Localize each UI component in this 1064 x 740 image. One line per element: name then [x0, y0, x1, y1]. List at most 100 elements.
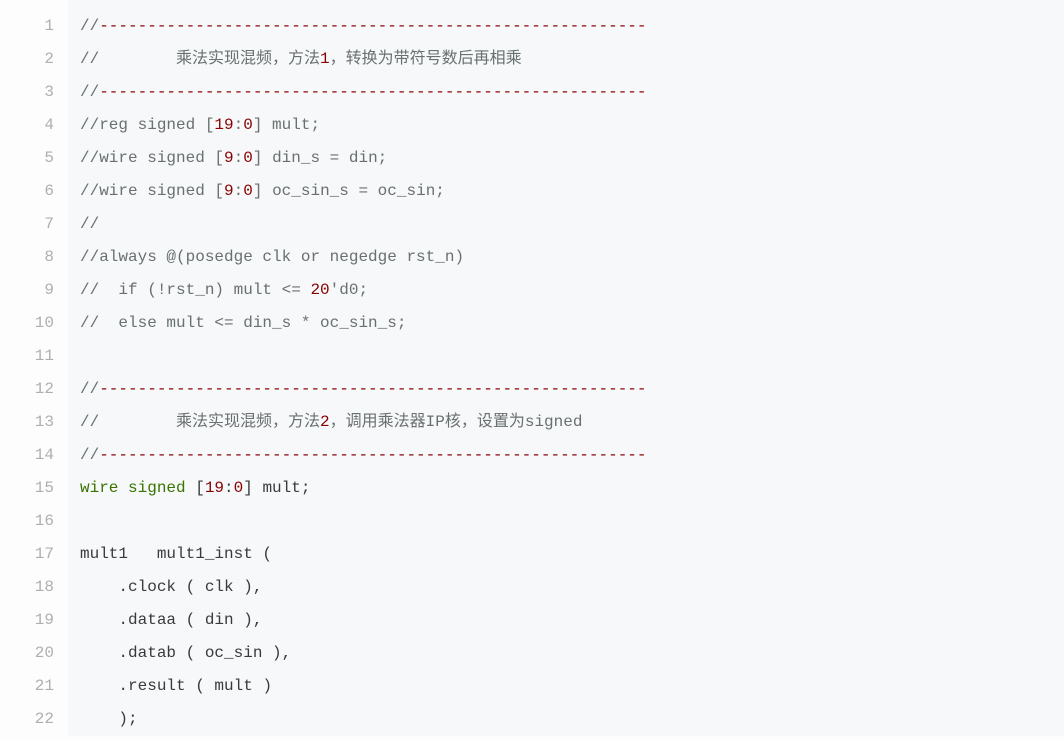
code-token: [80, 644, 118, 662]
code-token: //: [80, 215, 99, 233]
line-number: 2: [0, 43, 54, 76]
line-number: 3: [0, 76, 54, 109]
code-line[interactable]: [80, 340, 1064, 373]
code-token: 0: [243, 182, 253, 200]
code-token: ] mult;: [243, 479, 310, 497]
code-line[interactable]: // else mult <= din_s * oc_sin_s;: [80, 307, 1064, 340]
line-number: 4: [0, 109, 54, 142]
code-token: ( clk ),: [176, 578, 262, 596]
line-number: 9: [0, 274, 54, 307]
code-token: 2: [320, 413, 330, 431]
code-token: ( oc_sin ),: [176, 644, 291, 662]
code-token: // else mult <= din_s * oc_sin_s;: [80, 314, 406, 332]
code-editor-content[interactable]: //--------------------------------------…: [68, 0, 1064, 736]
code-token: ] din_s = din;: [253, 149, 387, 167]
code-line[interactable]: //--------------------------------------…: [80, 76, 1064, 109]
code-token: ( mult ): [186, 677, 272, 695]
line-number: 17: [0, 538, 54, 571]
code-token: ----------------------------------------…: [99, 446, 646, 464]
line-number: 5: [0, 142, 54, 175]
line-number: 8: [0, 241, 54, 274]
line-number: 7: [0, 208, 54, 241]
code-token: :: [234, 116, 244, 134]
code-token: //reg signed [: [80, 116, 214, 134]
code-token: 9: [224, 149, 234, 167]
code-token: //always @(posedge clk or negedge rst_n): [80, 248, 464, 266]
code-token: [: [186, 479, 205, 497]
code-token: //wire signed [: [80, 182, 224, 200]
code-token: 'd0;: [330, 281, 368, 299]
line-number: 11: [0, 340, 54, 373]
line-number: 6: [0, 175, 54, 208]
code-token: 19: [205, 479, 224, 497]
code-token: ----------------------------------------…: [99, 83, 646, 101]
code-token: .clock: [118, 578, 176, 596]
line-number: 18: [0, 571, 54, 604]
code-token: //: [80, 446, 99, 464]
code-line[interactable]: //wire signed [9:0] oc_sin_s = oc_sin;: [80, 175, 1064, 208]
code-token: //wire signed [: [80, 149, 224, 167]
code-token: 1: [320, 50, 330, 68]
code-line[interactable]: //--------------------------------------…: [80, 373, 1064, 406]
code-token: 0: [234, 479, 244, 497]
code-token: ] oc_sin_s = oc_sin;: [253, 182, 445, 200]
code-line[interactable]: wire signed [19:0] mult;: [80, 472, 1064, 505]
code-token: ，调用乘法器IP核，设置为signed: [330, 413, 583, 431]
code-token: // if (!rst_n) mult <=: [80, 281, 310, 299]
code-token: // 乘法实现混频，方法: [80, 413, 320, 431]
code-token: [80, 611, 118, 629]
code-line[interactable]: );: [80, 703, 1064, 736]
code-line[interactable]: //--------------------------------------…: [80, 10, 1064, 43]
line-number: 19: [0, 604, 54, 637]
code-token: .dataa: [118, 611, 176, 629]
code-token: // 乘法实现混频，方法: [80, 50, 320, 68]
line-number: 14: [0, 439, 54, 472]
code-token: .datab: [118, 644, 176, 662]
code-token: [80, 578, 118, 596]
code-token: //: [80, 17, 99, 35]
code-token: [118, 479, 128, 497]
code-token: );: [80, 710, 138, 728]
line-number: 22: [0, 703, 54, 736]
code-token: .result: [118, 677, 185, 695]
code-token: :: [234, 182, 244, 200]
code-line[interactable]: //wire signed [9:0] din_s = din;: [80, 142, 1064, 175]
line-number: 10: [0, 307, 54, 340]
code-line[interactable]: //reg signed [19:0] mult;: [80, 109, 1064, 142]
line-number: 15: [0, 472, 54, 505]
code-line[interactable]: // if (!rst_n) mult <= 20'd0;: [80, 274, 1064, 307]
code-line[interactable]: //always @(posedge clk or negedge rst_n): [80, 241, 1064, 274]
line-number-gutter: 12345678910111213141516171819202122: [0, 0, 68, 736]
code-token: mult1 mult1_inst (: [80, 545, 272, 563]
code-line[interactable]: .datab ( oc_sin ),: [80, 637, 1064, 670]
code-token: ----------------------------------------…: [99, 380, 646, 398]
code-token: 20: [310, 281, 329, 299]
code-line[interactable]: .dataa ( din ),: [80, 604, 1064, 637]
line-number: 20: [0, 637, 54, 670]
code-token: ] mult;: [253, 116, 320, 134]
code-token: ，转换为带符号数后再相乘: [330, 50, 522, 68]
code-line[interactable]: .result ( mult ): [80, 670, 1064, 703]
code-token: ( din ),: [176, 611, 262, 629]
line-number: 1: [0, 10, 54, 43]
code-token: 0: [243, 149, 253, 167]
code-line[interactable]: .clock ( clk ),: [80, 571, 1064, 604]
code-token: 9: [224, 182, 234, 200]
code-line[interactable]: mult1 mult1_inst (: [80, 538, 1064, 571]
line-number: 16: [0, 505, 54, 538]
code-token: //: [80, 380, 99, 398]
line-number: 21: [0, 670, 54, 703]
code-token: wire: [80, 479, 118, 497]
code-token: signed: [128, 479, 186, 497]
code-token: 0: [243, 116, 253, 134]
code-token: [80, 677, 118, 695]
code-line[interactable]: //: [80, 208, 1064, 241]
code-line[interactable]: [80, 505, 1064, 538]
code-token: :: [234, 149, 244, 167]
code-line[interactable]: // 乘法实现混频，方法1，转换为带符号数后再相乘: [80, 43, 1064, 76]
line-number: 12: [0, 373, 54, 406]
code-line[interactable]: // 乘法实现混频，方法2，调用乘法器IP核，设置为signed: [80, 406, 1064, 439]
code-token: //: [80, 83, 99, 101]
code-line[interactable]: //--------------------------------------…: [80, 439, 1064, 472]
line-number: 13: [0, 406, 54, 439]
